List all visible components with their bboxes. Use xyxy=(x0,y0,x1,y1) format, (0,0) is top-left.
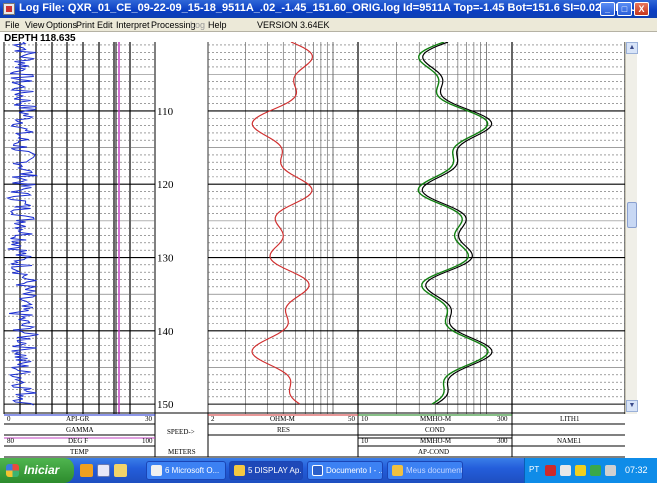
apcond-min: 10 xyxy=(361,437,368,445)
depth-tick-label: 110 xyxy=(157,106,174,118)
task-display-app[interactable]: 5 DISPLAY Ap... xyxy=(229,461,303,480)
task-meus-documentos[interactable]: Meus documentos xyxy=(387,461,463,480)
menu-options[interactable]: Options xyxy=(46,20,77,30)
clock: 07:32 xyxy=(625,465,648,475)
display-app-icon xyxy=(234,465,245,476)
gamma-name: API-GR xyxy=(66,415,90,423)
scroll-thumb[interactable] xyxy=(627,202,637,228)
language-indicator[interactable]: PT xyxy=(529,465,539,474)
temp-min: 80 xyxy=(7,437,14,445)
cond-name: MMHO-M xyxy=(420,415,452,423)
track-footer xyxy=(4,412,625,458)
res-min: 2 xyxy=(211,415,215,423)
temp-max: 100 xyxy=(142,437,153,445)
temp-name: DEG F xyxy=(68,437,89,445)
lith-name: LITH1 xyxy=(560,415,580,423)
menu-processing[interactable]: Processing xyxy=(151,20,196,30)
quicklaunch-explorer-icon[interactable] xyxy=(114,464,127,477)
res-title: RES xyxy=(277,426,290,434)
volume-icon[interactable] xyxy=(605,465,616,476)
depth-tick-label: 130 xyxy=(157,253,174,265)
res-name: OHM-M xyxy=(270,415,295,423)
minimize-button[interactable]: _ xyxy=(600,2,615,16)
close-button[interactable]: X xyxy=(634,2,649,16)
cond-title: COND xyxy=(425,426,445,434)
menu-file[interactable]: File xyxy=(5,20,20,30)
lith-title: NAME1 xyxy=(557,437,582,445)
quicklaunch-folder-icon[interactable] xyxy=(80,464,93,477)
version-label: VERSION 3.64EK xyxy=(257,20,330,30)
office-icon xyxy=(151,465,162,476)
title-bar: Log File: QXR_01_CE_09-22-09_15-18_9511A… xyxy=(0,0,657,18)
network-icon[interactable] xyxy=(560,465,571,476)
update-icon[interactable] xyxy=(590,465,601,476)
depth-tick-label: 120 xyxy=(157,179,174,191)
security-icon[interactable] xyxy=(575,465,586,476)
menu-view[interactable]: View xyxy=(25,20,44,30)
depth-tick-label: 140 xyxy=(157,326,174,338)
windows-logo-icon xyxy=(6,464,19,477)
menu-help[interactable]: Help xyxy=(208,20,227,30)
window-title: Log File: QXR_01_CE_09-22-09_15-18_9511A… xyxy=(19,2,638,14)
log-plot[interactable]: 110 120 130 140 150 xyxy=(0,42,625,414)
speed-units: METERS xyxy=(168,448,196,456)
start-button[interactable]: Iniciar xyxy=(0,458,74,483)
temp-title: TEMP xyxy=(70,448,89,456)
apcond-name: MMHO-M xyxy=(420,437,452,445)
app-icon[interactable] xyxy=(3,3,15,15)
menu-bar: File View Options Print Edit Interpret P… xyxy=(0,18,657,32)
apcond-max: 300 xyxy=(497,437,508,445)
menu-interpret[interactable]: Interpret xyxy=(116,20,150,30)
menu-log[interactable]: Log xyxy=(190,20,205,30)
start-label: Iniciar xyxy=(24,463,60,477)
maximize-button[interactable]: □ xyxy=(617,2,632,16)
taskbar: Iniciar 6 Microsoft O... 5 DISPLAY Ap...… xyxy=(0,458,657,483)
scroll-up-arrow[interactable]: ▲ xyxy=(626,42,638,54)
scroll-down-arrow[interactable]: ▼ xyxy=(626,400,638,412)
menu-print[interactable]: Print xyxy=(76,20,95,30)
vertical-scrollbar[interactable]: ▲ ▼ xyxy=(625,42,638,414)
gamma-min: 0 xyxy=(7,415,11,423)
gamma-title: GAMMA xyxy=(66,426,94,434)
cond-max: 300 xyxy=(497,415,508,423)
apcond-title: AP-COND xyxy=(418,448,450,456)
system-tray: PT 07:32 xyxy=(524,458,657,483)
speed-label: SPEED-> xyxy=(167,428,195,436)
task-microsoft-office[interactable]: 6 Microsoft O... xyxy=(146,461,226,480)
menu-edit[interactable]: Edit xyxy=(97,20,113,30)
gamma-max: 30 xyxy=(145,415,152,423)
quicklaunch-browser-icon[interactable] xyxy=(97,464,110,477)
word-icon xyxy=(312,465,323,476)
res-max: 50 xyxy=(348,415,355,423)
cond-min: 10 xyxy=(361,415,368,423)
depth-tick-label: 150 xyxy=(157,399,174,411)
task-documento[interactable]: Documento I - ... xyxy=(307,461,383,480)
folder-icon xyxy=(392,465,403,476)
antivirus-icon[interactable] xyxy=(545,465,556,476)
